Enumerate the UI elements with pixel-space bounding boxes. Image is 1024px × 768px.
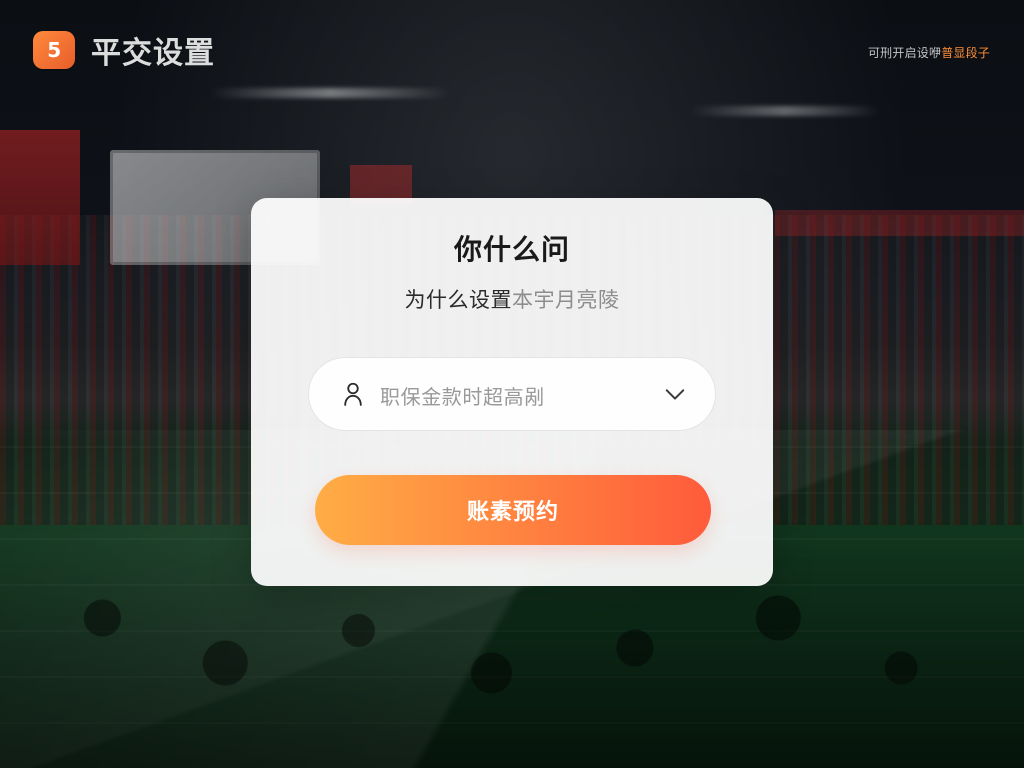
dialog-subtitle-faded: 本宇月亮陵 [512,288,620,312]
dialog-subtitle-strong: 为什么设置 [404,288,512,312]
primary-action-button[interactable]: 账素预约 [315,475,711,545]
user-select-value: 职保金款时超高剐 [380,385,545,409]
dialog-title: 你什么问 [453,233,570,266]
top-right-hint: 可刑开启设咿普显段子 [868,44,990,61]
chevron-down-icon[interactable] [664,385,686,403]
top-right-hint-accent: 普显段子 [941,46,990,60]
app-header: 5 平交设置 [33,28,215,72]
app-logo-text: 5 [47,38,61,62]
login-card: 你什么问 为什么设置本宇月亮陵 职保金款时超高剐 账素预约 [251,198,773,586]
stadium-light-strip-left [210,88,450,98]
user-icon [344,382,362,406]
top-right-hint-prefix: 可刑开启设咿 [867,46,942,60]
stadium-light-strip-right [690,106,880,116]
user-select[interactable]: 职保金款时超高剐 [308,357,716,431]
stadium-banner-left [0,130,80,265]
app-logo[interactable]: 5 [33,31,75,69]
stadium-banner-right [775,210,1024,236]
dialog-subtitle: 为什么设置本宇月亮陵 [251,284,773,314]
app-title: 平交设置 [91,36,215,71]
